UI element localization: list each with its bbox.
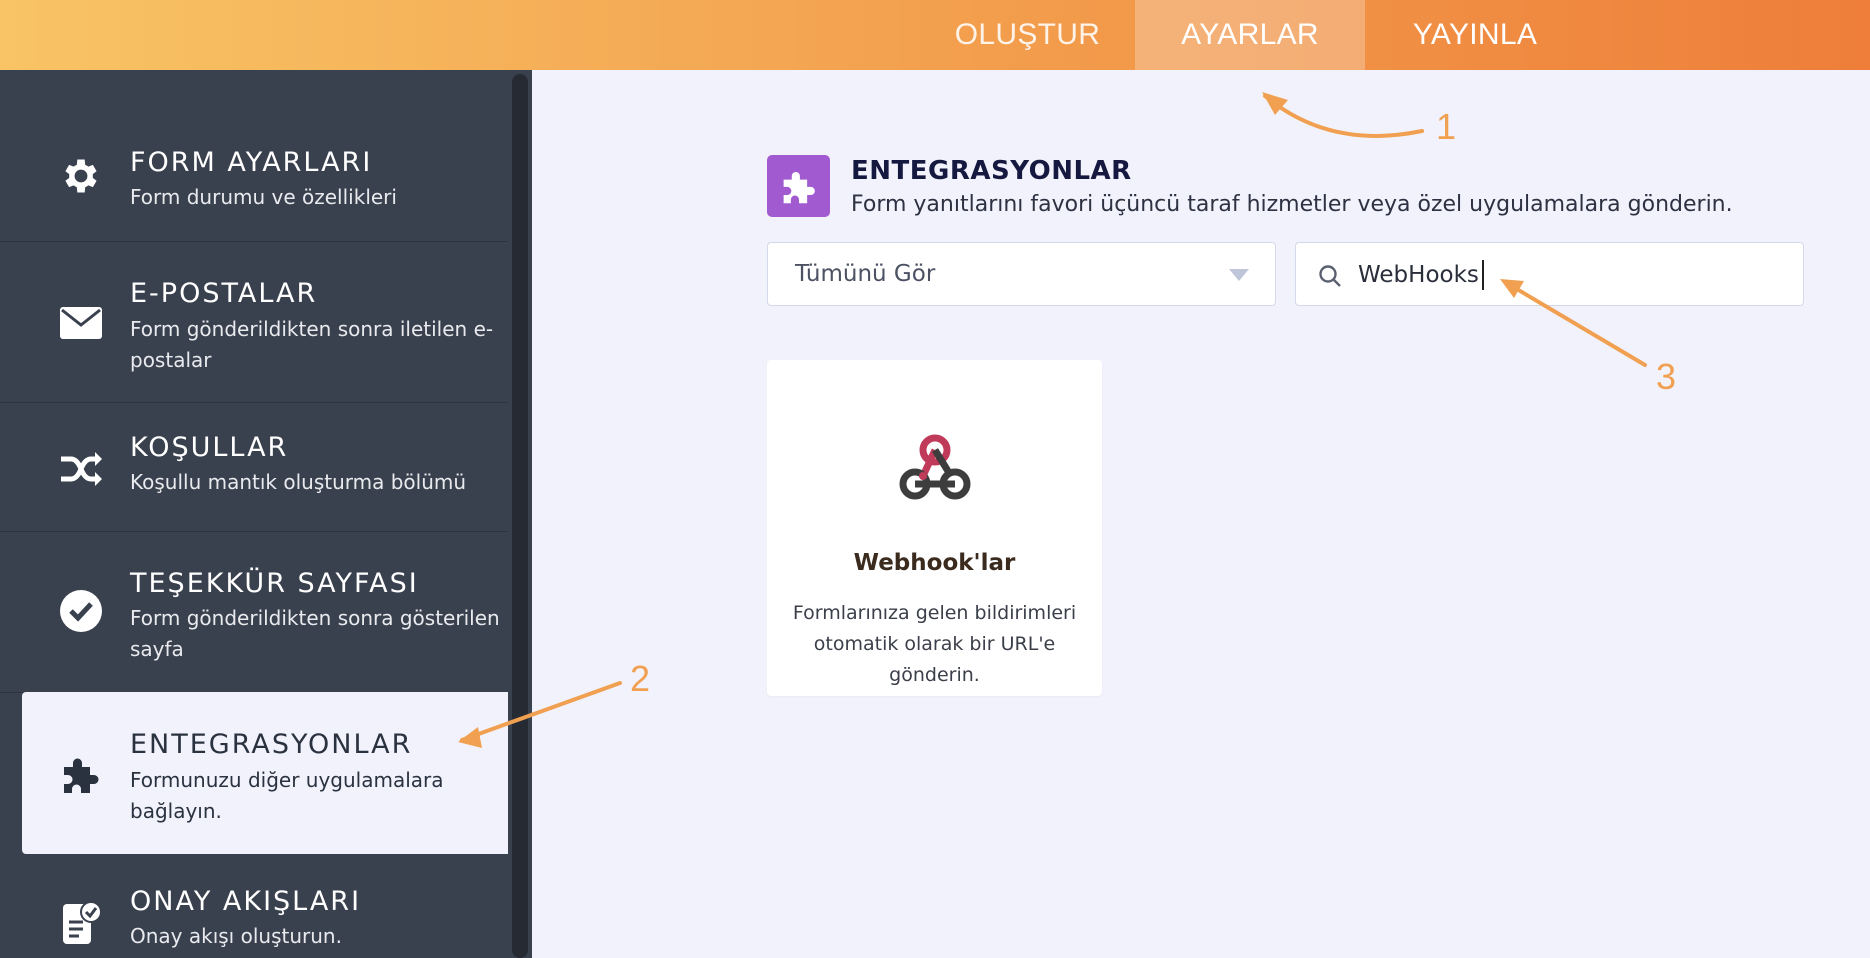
page-title: ENTEGRASYONLAR [851, 156, 1132, 186]
annotation-label-2: 2 [630, 658, 651, 699]
envelope-icon [58, 300, 104, 346]
annotation-label-1: 1 [1436, 106, 1457, 147]
sidebar-item-desc: Form gönderildikten sonra gösterilen say… [130, 606, 500, 661]
sidebar-item-title: FORM AYARLARI [130, 147, 373, 178]
puzzle-icon [783, 171, 815, 204]
sidebar-item-title: E-POSTALAR [130, 278, 318, 309]
sidebar-item-thank-you-page[interactable]: TEŞEKKÜR SAYFASI Form gönderildikten son… [0, 532, 508, 693]
sidebar-scrollbar[interactable] [512, 74, 528, 958]
sidebar-item-title: ENTEGRASYONLAR [130, 729, 413, 760]
card-description: Formlarınıza gelen bildirimleri otomatik… [792, 602, 1077, 686]
select-value: Tümünü Gör [795, 261, 936, 287]
sidebar-item-title: TEŞEKKÜR SAYFASI [130, 568, 419, 599]
shuffle-icon [58, 446, 104, 492]
category-filter-select[interactable]: Tümünü Gör [767, 242, 1276, 306]
page-description: Form yanıtlarını favori üçüncü taraf hiz… [851, 192, 1733, 217]
sidebar-item-emails[interactable]: E-POSTALAR Form gönderildikten sonra ile… [0, 242, 508, 403]
search-input[interactable] [1358, 255, 1778, 295]
check-circle-icon [58, 588, 104, 634]
sidebar-item-desc: Form durumu ve özellikleri [130, 185, 397, 209]
annotation-arrow-1 [1263, 94, 1424, 138]
sidebar-item-desc: Onay akışı oluşturun. [130, 924, 342, 948]
sidebar-item-desc: Form gönderildikten sonra iletilen e-pos… [130, 317, 494, 372]
sidebar-item-title: KOŞULLAR [130, 432, 289, 463]
sidebar-item-form-settings[interactable]: FORM AYARLARI Form durumu ve özellikleri [0, 70, 508, 242]
text-cursor [1482, 260, 1484, 290]
sidebar-item-approval-flows[interactable]: ONAY AKIŞLARI Onay akışı oluşturun. [0, 854, 508, 958]
puzzle-icon [58, 751, 104, 797]
sidebar-item-title: ONAY AKIŞLARI [130, 886, 362, 917]
webhook-icon [899, 434, 971, 500]
top-navigation-bar: OLUŞTUR AYARLAR YAYINLA [0, 0, 1870, 70]
search-box[interactable] [1295, 242, 1804, 306]
sidebar-item-integrations[interactable]: ENTEGRASYONLAR Formunuzu diğer uygulamal… [22, 692, 508, 854]
sidebar-item-desc: Formunuzu diğer uygulamalara bağlayın. [130, 768, 444, 823]
tab-yayinla[interactable]: YAYINLA [1365, 0, 1585, 70]
tab-olustur[interactable]: OLUŞTUR [920, 0, 1135, 70]
sidebar-item-desc: Koşullu mantık oluşturma bölümü [130, 470, 467, 494]
integrations-badge [767, 155, 830, 217]
sidebar-item-conditions[interactable]: KOŞULLAR Koşullu mantık oluşturma bölümü [0, 403, 508, 532]
approval-icon [58, 900, 104, 946]
chevron-down-icon [1229, 269, 1249, 281]
search-icon [1319, 265, 1341, 287]
integration-card-webhooks[interactable]: Webhook'lar Formlarınıza gelen bildiriml… [767, 360, 1102, 696]
tab-ayarlar[interactable]: AYARLAR [1135, 0, 1365, 70]
card-title: Webhook'lar [853, 550, 1016, 576]
settings-sidebar: FORM AYARLARI Form durumu ve özellikleri… [0, 70, 532, 958]
annotation-label-3: 3 [1656, 356, 1677, 397]
gear-icon [58, 153, 104, 199]
